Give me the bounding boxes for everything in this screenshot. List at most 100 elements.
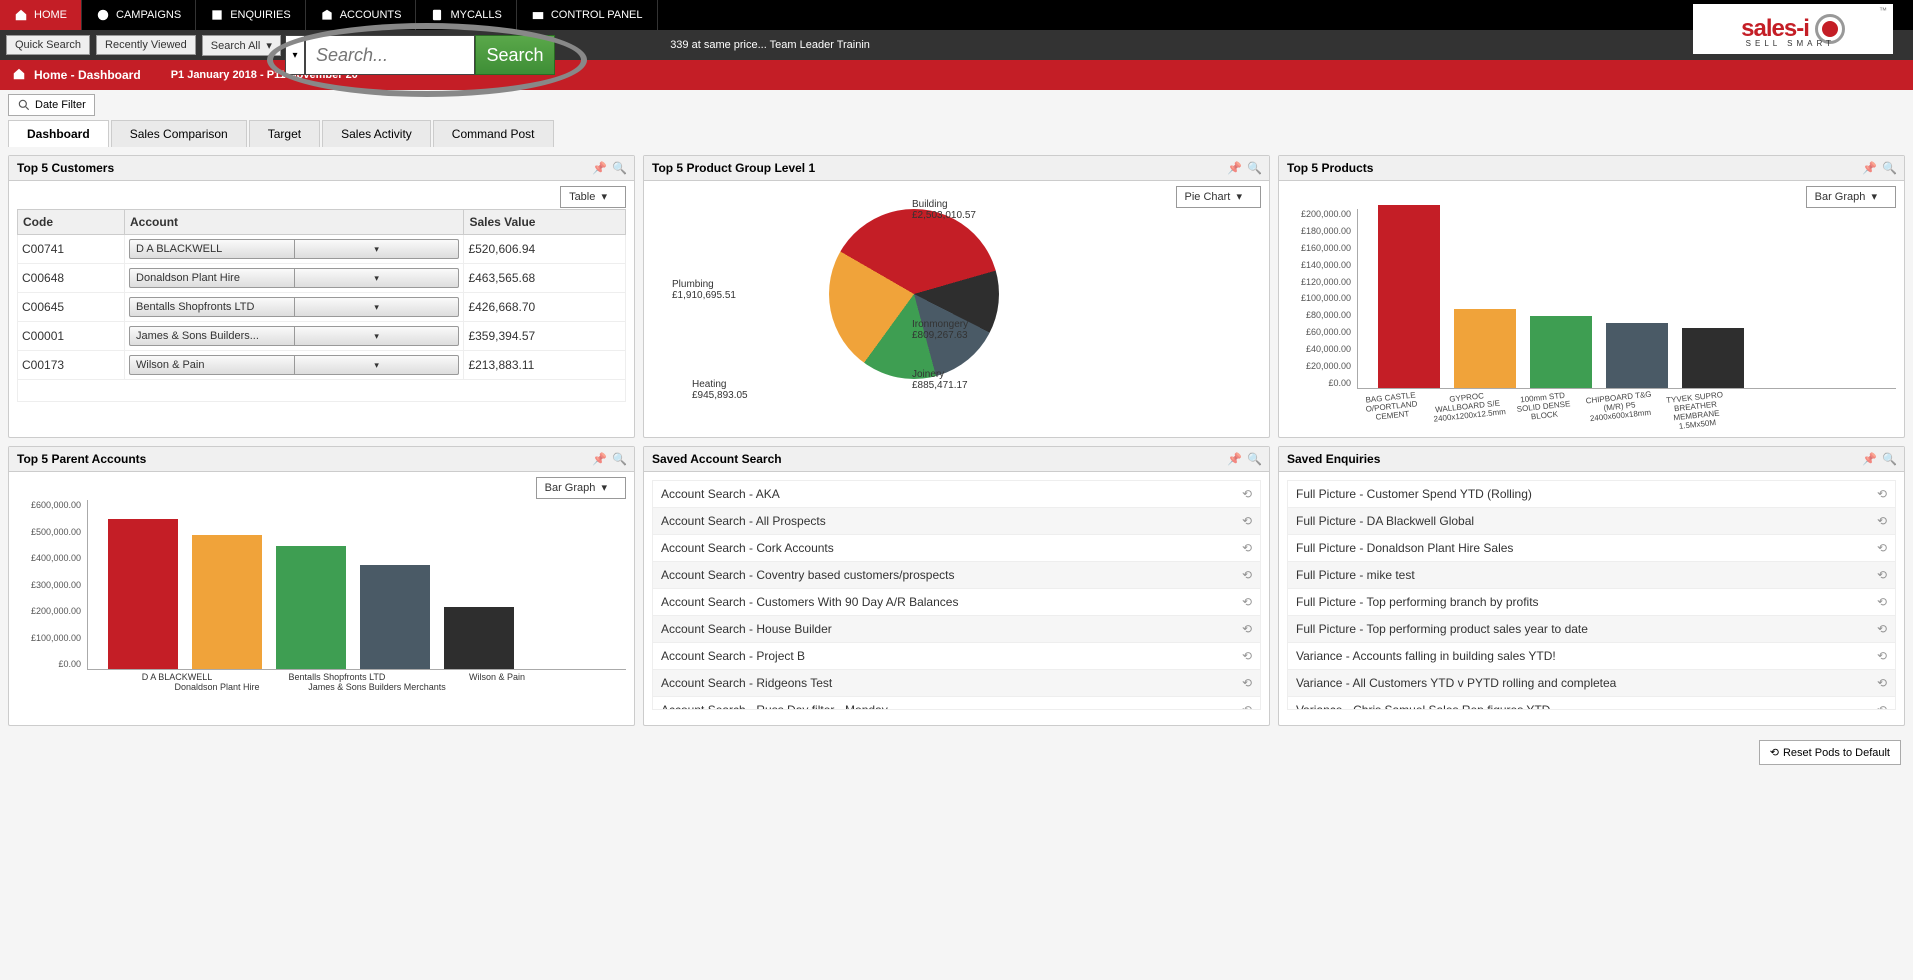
pod-title: Top 5 Products	[1287, 161, 1373, 175]
list-item[interactable]: Variance - Chris Samuel Sales Rep figure…	[1288, 697, 1895, 710]
refresh-icon[interactable]: ⟲	[1877, 487, 1887, 501]
pod-title: Saved Enquiries	[1287, 452, 1380, 466]
tab-target[interactable]: Target	[249, 120, 320, 147]
tab-sales-comparison[interactable]: Sales Comparison	[111, 120, 247, 147]
table-row: C00645Bentalls Shopfronts LTD▾£426,668.7…	[18, 293, 626, 322]
list-item[interactable]: Full Picture - mike test⟲	[1288, 562, 1895, 589]
list-item[interactable]: Account Search - Customers With 90 Day A…	[653, 589, 1260, 616]
list-item[interactable]: Variance - Accounts falling in building …	[1288, 643, 1895, 670]
account-dropdown[interactable]: D A BLACKWELL▾	[129, 239, 459, 259]
recently-viewed-button[interactable]: Recently Viewed	[96, 35, 196, 55]
search-overlay: ▾ Search	[285, 35, 555, 75]
nav-campaigns[interactable]: CAMPAIGNS	[82, 0, 196, 30]
bar	[108, 519, 178, 669]
refresh-icon[interactable]: ⟲	[1242, 595, 1252, 609]
search-icon[interactable]: 🔍	[1247, 161, 1261, 175]
table-row: C00648Donaldson Plant Hire▾£463,565.68	[18, 264, 626, 293]
account-dropdown[interactable]: James & Sons Builders...▾	[129, 326, 459, 346]
search-icon[interactable]: 🔍	[1247, 452, 1261, 466]
pin-icon[interactable]: 📌	[1862, 161, 1876, 175]
list-item[interactable]: Account Search - Ridgeons Test⟲	[653, 670, 1260, 697]
refresh-icon[interactable]: ⟲	[1242, 514, 1252, 528]
bar-chart: £600,000.00£500,000.00£400,000.00£300,00…	[87, 500, 626, 670]
account-dropdown[interactable]: Bentalls Shopfronts LTD▾	[129, 297, 459, 317]
pod-saved-enquiries: Saved Enquiries 📌 🔍 Full Picture - Custom…	[1278, 446, 1905, 726]
account-dropdown[interactable]: Donaldson Plant Hire▾	[129, 268, 459, 288]
tab-command-post[interactable]: Command Post	[433, 120, 554, 147]
nav-enquiries[interactable]: ENQUIRIES	[196, 0, 306, 30]
list-item[interactable]: Account Search - Russ Day filter - Monda…	[653, 697, 1260, 710]
nav-control-panel[interactable]: CONTROL PANEL	[517, 0, 658, 30]
x-label: Bentalls Shopfronts LTD	[257, 672, 417, 682]
date-filter-button[interactable]: Date Filter	[8, 94, 95, 116]
quick-search-button[interactable]: Quick Search	[6, 35, 90, 55]
refresh-icon[interactable]: ⟲	[1877, 649, 1887, 663]
tab-sales-activity[interactable]: Sales Activity	[322, 120, 431, 147]
search-icon[interactable]: 🔍	[612, 161, 626, 175]
refresh-icon[interactable]: ⟲	[1877, 595, 1887, 609]
list-item[interactable]: Account Search - Cork Accounts⟲	[653, 535, 1260, 562]
table-row: C00741D A BLACKWELL▾£520,606.94	[18, 235, 626, 264]
refresh-icon[interactable]: ⟲	[1242, 622, 1252, 636]
refresh-icon[interactable]: ⟲	[1242, 541, 1252, 555]
list-item[interactable]: Full Picture - Donaldson Plant Hire Sale…	[1288, 535, 1895, 562]
search-icon[interactable]: 🔍	[1882, 452, 1896, 466]
list-item[interactable]: Account Search - House Builder⟲	[653, 616, 1260, 643]
account-dropdown[interactable]: Wilson & Pain▾	[129, 355, 459, 375]
viz-selector[interactable]: Pie Chart ▾	[1176, 186, 1262, 208]
pod-title: Top 5 Parent Accounts	[17, 452, 146, 466]
x-label: TYVEK SUPRO BREATHER MEMBRANE 1.5Mx50M	[1659, 389, 1732, 432]
refresh-icon[interactable]: ⟲	[1877, 676, 1887, 690]
refresh-icon: ⟲	[1770, 746, 1779, 759]
nav-mycalls[interactable]: MYCALLS	[416, 0, 516, 30]
search-button[interactable]: Search	[475, 35, 555, 75]
x-label: GYPROC WALLBOARD S/E 2400x1200x12.5mm	[1431, 389, 1504, 432]
refresh-icon[interactable]: ⟲	[1242, 568, 1252, 582]
refresh-icon[interactable]: ⟲	[1877, 622, 1887, 636]
refresh-icon[interactable]: ⟲	[1877, 568, 1887, 582]
customers-table: CodeAccountSales ValueC00741D A BLACKWEL…	[17, 209, 626, 402]
pin-icon[interactable]: 📌	[592, 452, 606, 466]
pin-icon[interactable]: 📌	[1862, 452, 1876, 466]
refresh-icon[interactable]: ⟲	[1242, 487, 1252, 501]
list-item[interactable]: Full Picture - Top performing branch by …	[1288, 589, 1895, 616]
refresh-icon[interactable]: ⟲	[1877, 703, 1887, 710]
top-nav: HOMECAMPAIGNSENQUIRIESACCOUNTSMYCALLSCON…	[0, 0, 1913, 30]
pin-icon[interactable]: 📌	[1227, 161, 1241, 175]
refresh-icon[interactable]: ⟲	[1877, 514, 1887, 528]
pin-icon[interactable]: 📌	[1227, 452, 1241, 466]
pod-title: Top 5 Product Group Level 1	[652, 161, 815, 175]
nav-accounts[interactable]: ACCOUNTS	[306, 0, 417, 30]
list-item[interactable]: Variance - All Customers YTD v PYTD roll…	[1288, 670, 1895, 697]
search-input[interactable]	[305, 35, 475, 75]
search-icon[interactable]: 🔍	[1882, 161, 1896, 175]
viz-selector[interactable]: Table ▾	[560, 186, 626, 208]
pin-icon[interactable]: 📌	[592, 161, 606, 175]
search-icon[interactable]: 🔍	[612, 452, 626, 466]
search-all-dropdown[interactable]: Search All ▾	[202, 35, 281, 56]
x-label: Wilson & Pain	[417, 672, 577, 682]
reset-pods-button[interactable]: ⟲Reset Pods to Default	[1759, 740, 1901, 765]
list-item[interactable]: Full Picture - DA Blackwell Global⟲	[1288, 508, 1895, 535]
refresh-icon[interactable]: ⟲	[1242, 703, 1252, 710]
pie-label: Building£2,503,010.57	[912, 199, 976, 221]
list-item[interactable]: Full Picture - Top performing product sa…	[1288, 616, 1895, 643]
home-icon[interactable]	[12, 67, 26, 84]
list-item[interactable]: Account Search - AKA⟲	[653, 481, 1260, 508]
refresh-icon[interactable]: ⟲	[1242, 676, 1252, 690]
viz-selector[interactable]: Bar Graph ▾	[536, 477, 626, 499]
viz-selector[interactable]: Bar Graph ▾	[1806, 186, 1896, 208]
list-item[interactable]: Full Picture - Customer Spend YTD (Rolli…	[1288, 481, 1895, 508]
list-item[interactable]: Account Search - Coventry based customer…	[653, 562, 1260, 589]
bar	[1530, 316, 1592, 388]
list-item[interactable]: Account Search - All Prospects⟲	[653, 508, 1260, 535]
tab-dashboard[interactable]: Dashboard	[8, 120, 109, 147]
search-type-dropdown[interactable]: ▾	[285, 35, 305, 75]
list-item[interactable]: Account Search - Project B⟲	[653, 643, 1260, 670]
pie-label: Heating£945,893.05	[692, 379, 748, 401]
pod-top5-products: Top 5 Products 📌🔍 Bar Graph ▾ £200,000.0…	[1278, 155, 1905, 438]
refresh-icon[interactable]: ⟲	[1877, 541, 1887, 555]
nav-home[interactable]: HOME	[0, 0, 82, 30]
refresh-icon[interactable]: ⟲	[1242, 649, 1252, 663]
x-label: CHIPBOARD T&G (M/R) P5 2400x600x18mm	[1583, 389, 1656, 432]
